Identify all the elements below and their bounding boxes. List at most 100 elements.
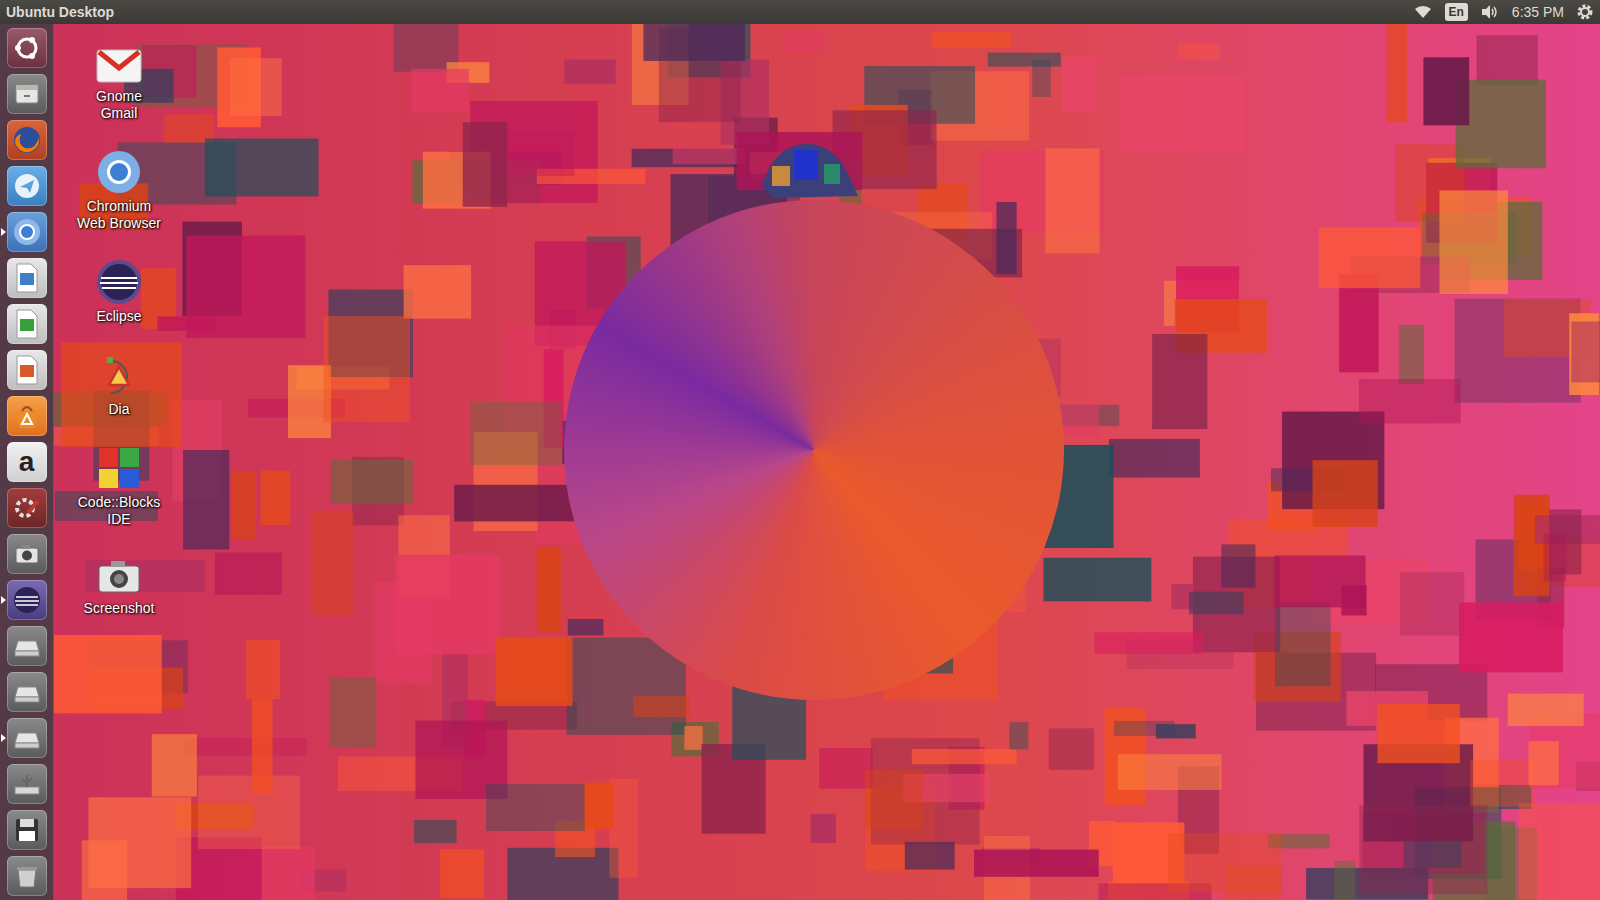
desktop-icon[interactable]: Chromium Web Browser (76, 148, 162, 232)
wallpaper-patch (1045, 148, 1099, 253)
desktop-icon[interactable]: Eclipse (76, 258, 162, 325)
launcher-item[interactable] (0, 28, 54, 68)
launcher-item[interactable] (0, 488, 54, 528)
chromium-icon (95, 148, 143, 196)
wallpaper-disc (564, 200, 1064, 700)
running-indicator-icon (1, 734, 6, 742)
firefox-tile[interactable] (7, 120, 47, 160)
wallpaper-patch (54, 635, 162, 713)
launcher-item[interactable] (0, 764, 54, 804)
desktop-icon[interactable]: Code::Blocks IDE (76, 444, 162, 528)
wallpaper-patch (1400, 572, 1464, 635)
wifi-icon[interactable] (1413, 4, 1433, 20)
wallpaper-patch (1543, 533, 1566, 582)
wallpaper-patch (865, 770, 923, 829)
launcher-item[interactable] (0, 626, 54, 666)
calc-tile[interactable] (7, 304, 47, 344)
launcher-item[interactable] (0, 718, 54, 758)
wallpaper-patch (231, 472, 255, 540)
wallpaper-patch (61, 342, 182, 447)
launcher-item[interactable] (0, 350, 54, 390)
software-tile[interactable] (7, 396, 47, 436)
wallpaper-patch (782, 32, 825, 51)
launcher-item[interactable] (0, 120, 54, 160)
volume-icon[interactable] (1480, 4, 1500, 20)
indicators: En 6:35 PM (1413, 3, 1594, 21)
wallpaper-patch (1095, 632, 1203, 653)
launcher-item[interactable] (0, 304, 54, 344)
drive-tile[interactable] (7, 718, 47, 758)
wallpaper-patch (1456, 80, 1546, 169)
eclipse-tile[interactable] (7, 580, 47, 620)
launcher-item[interactable] (0, 672, 54, 712)
wallpaper-patch (1043, 558, 1151, 602)
wallpaper-patch (252, 699, 273, 794)
drive-tile[interactable] (7, 672, 47, 712)
wallpaper-patch (470, 402, 561, 465)
desktop-icon[interactable]: Screenshot (76, 554, 162, 617)
writer-document-icon (13, 262, 41, 294)
gmail-icon (95, 46, 143, 86)
firefox-icon (11, 124, 43, 156)
wallpaper-patch (1313, 460, 1378, 527)
gear-icon[interactable] (1576, 3, 1594, 21)
dash-tile[interactable] (7, 28, 47, 68)
wallpaper-patch (1177, 43, 1219, 59)
window-title: Ubuntu Desktop (6, 4, 114, 20)
wallpaper-patch (152, 734, 197, 796)
desktop-icons: Gnome Gmail Chromium Web Browser Eclipse… (76, 46, 162, 617)
wallpaper-patch (260, 471, 290, 526)
amazon-glyph: a (19, 448, 35, 476)
top-bar: Ubuntu Desktop En 6:35 PM (0, 0, 1600, 24)
wallpaper-patch (811, 814, 836, 843)
launcher-item[interactable] (0, 534, 54, 574)
desktop-icon[interactable]: Dia (76, 351, 162, 418)
settings-tile[interactable] (7, 488, 47, 528)
floppy-icon (13, 816, 41, 844)
trash-tile[interactable] (7, 856, 47, 896)
wallpaper-patch (230, 58, 282, 116)
wallpaper-patch (673, 148, 746, 164)
wallpaper-patch (1339, 274, 1378, 372)
wallpaper-patch (988, 53, 1061, 67)
wallpaper-patch (88, 797, 191, 888)
launcher-item[interactable]: a (0, 442, 54, 482)
drive-tile[interactable] (7, 626, 47, 666)
launcher-item[interactable] (0, 810, 54, 850)
camera-tile[interactable] (7, 534, 47, 574)
launcher-item[interactable] (0, 856, 54, 896)
usb-drive-icon (12, 769, 42, 799)
amazon-tile[interactable]: a (7, 442, 47, 482)
wallpaper-patch (1189, 592, 1243, 614)
wallpaper-patch (486, 784, 585, 831)
wallpaper-patch (205, 139, 319, 197)
wallpaper-patch (1063, 57, 1098, 112)
desktop-icon[interactable]: Gnome Gmail (76, 46, 162, 122)
launcher-item[interactable] (0, 580, 54, 620)
chromium-tile[interactable] (7, 212, 47, 252)
writer-tile[interactable] (7, 258, 47, 298)
launcher-item[interactable] (0, 258, 54, 298)
messenger-tile[interactable] (7, 166, 47, 206)
wallpaper-patch (932, 32, 1011, 48)
wallpaper-patch (1341, 585, 1366, 615)
wallpaper-patch (85, 560, 204, 592)
trash-icon (13, 862, 41, 890)
impress-tile[interactable] (7, 350, 47, 390)
launcher-item[interactable] (0, 396, 54, 436)
wallpaper-patch (1470, 760, 1534, 807)
launcher-item[interactable] (0, 212, 54, 252)
wallpaper-patch (463, 122, 507, 207)
launcher-item[interactable] (0, 74, 54, 114)
wallpaper-patch (1529, 741, 1559, 785)
screenshot-icon (95, 554, 143, 598)
launcher-item[interactable] (0, 166, 54, 206)
files-tile[interactable] (7, 74, 47, 114)
wallpaper-patch (1168, 833, 1281, 892)
floppy-tile[interactable] (7, 810, 47, 850)
clock[interactable]: 6:35 PM (1512, 4, 1564, 20)
keyboard-indicator[interactable]: En (1445, 3, 1468, 21)
usb-tile[interactable] (7, 764, 47, 804)
chromium-icon (11, 216, 43, 248)
desktop-icon-label: Eclipse (96, 308, 141, 325)
